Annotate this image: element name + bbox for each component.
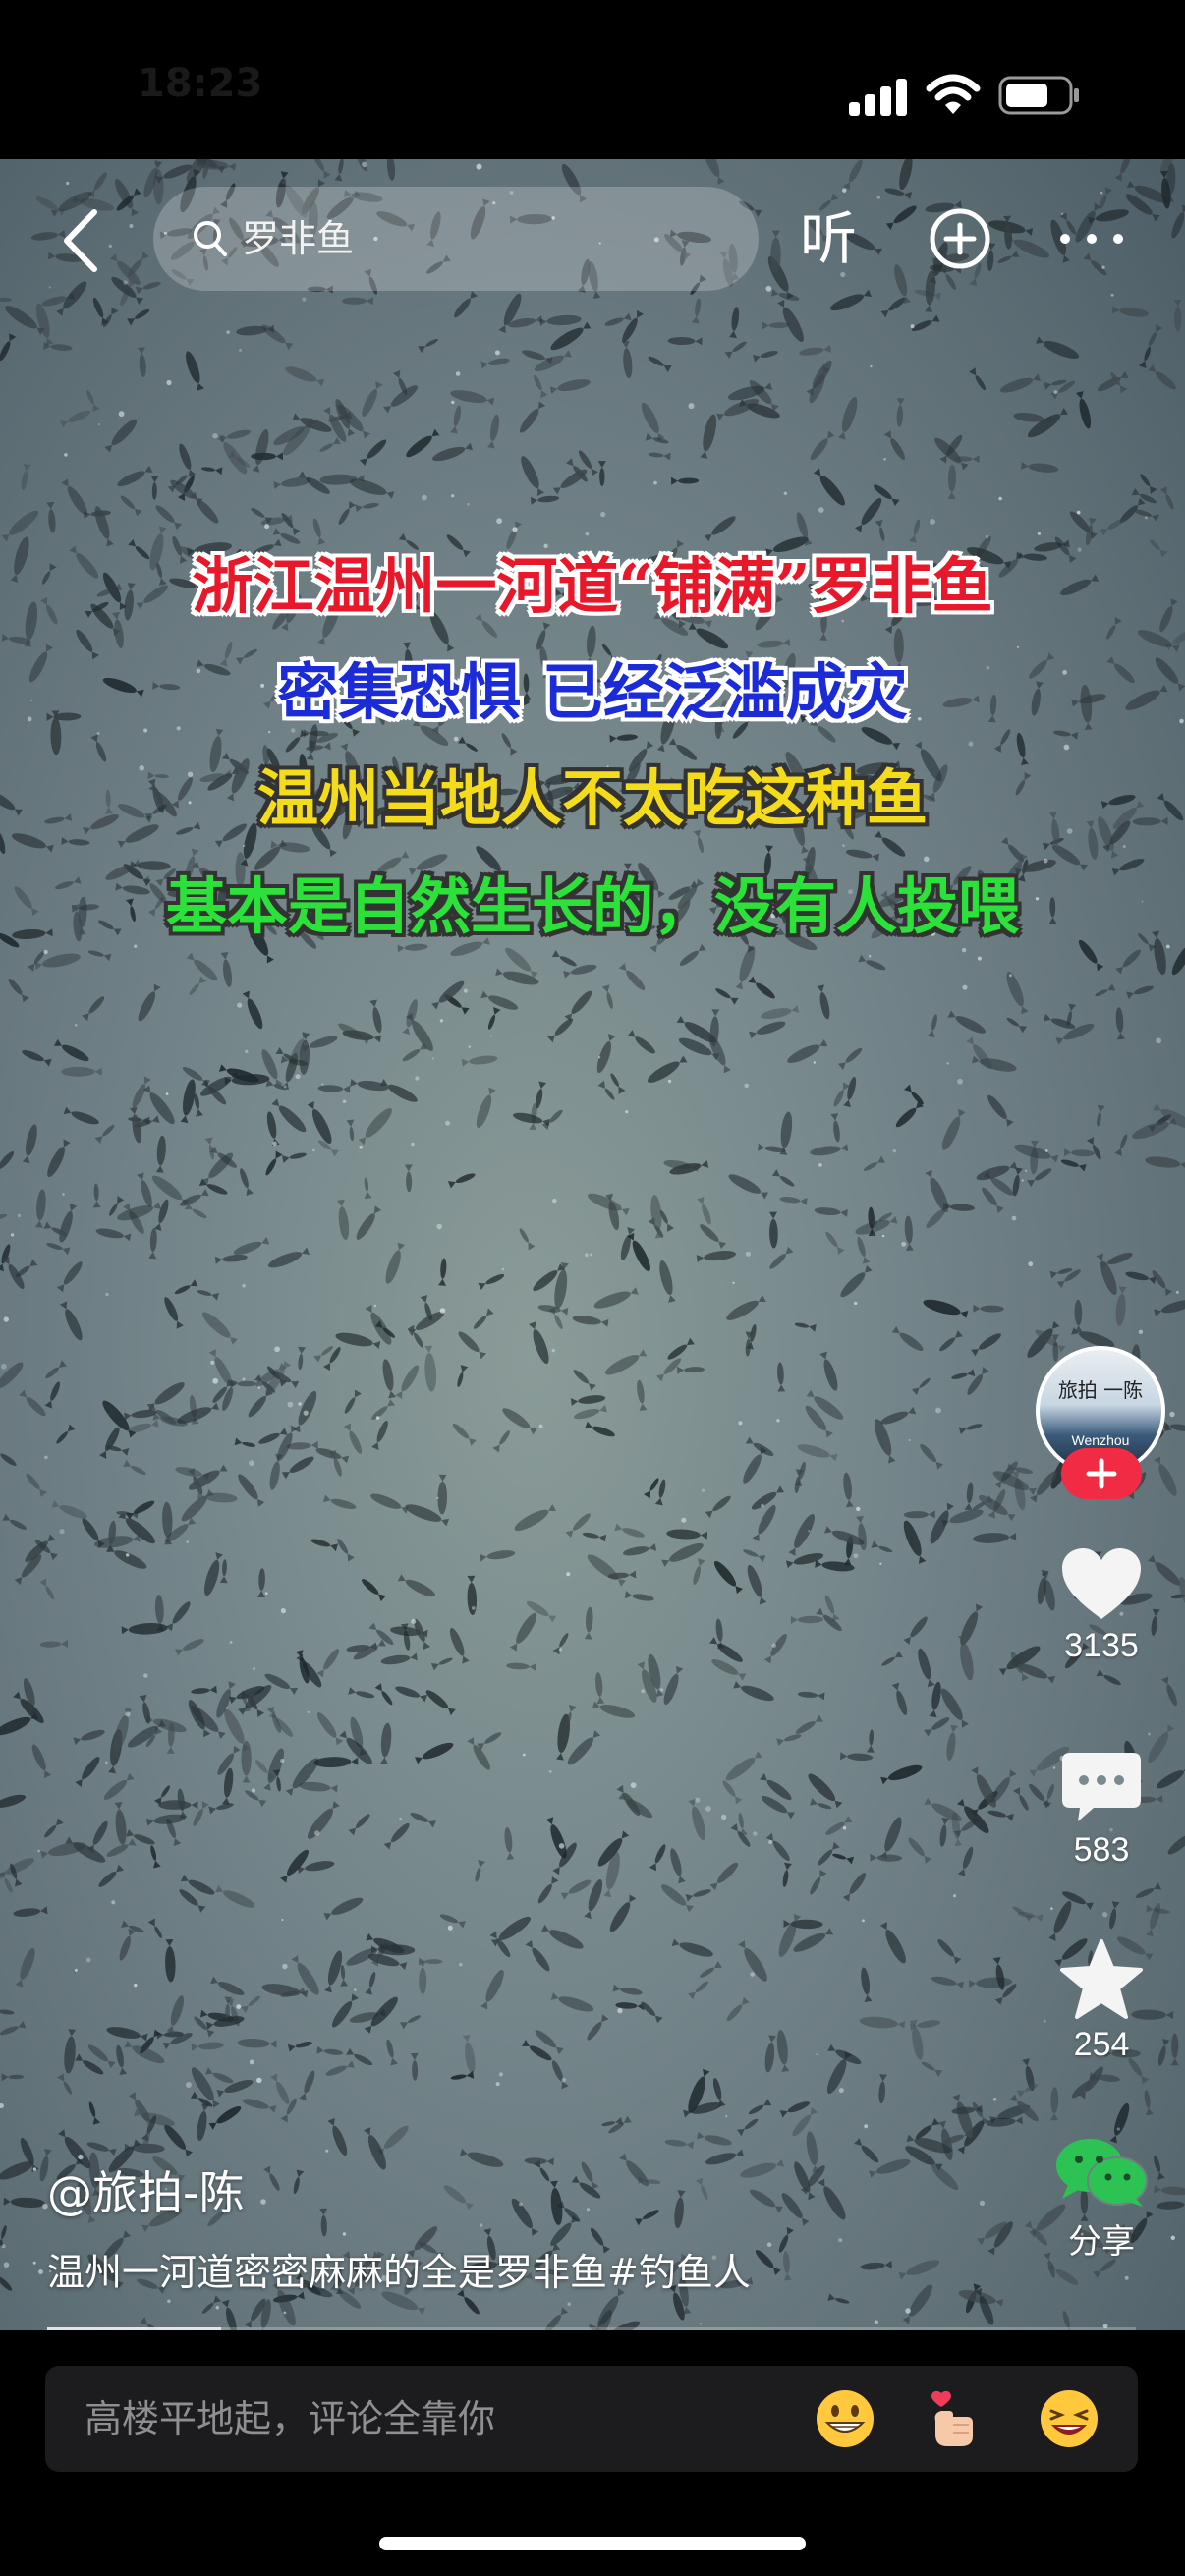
cellular-signal-icon xyxy=(849,79,907,116)
more-options-icon[interactable] xyxy=(1057,228,1126,250)
listen-button[interactable]: 听 xyxy=(800,202,857,275)
status-time: 18:23 xyxy=(138,61,263,106)
heart-icon xyxy=(1062,1548,1141,1619)
avatar-text: 旅拍 一陈 xyxy=(1057,1378,1144,1402)
creator-handle[interactable]: @旅拍-陈 xyxy=(47,2157,245,2222)
video-player[interactable] xyxy=(0,159,1185,2330)
home-indicator[interactable] xyxy=(379,2537,806,2550)
video-caption-line-1: 浙江温州一河道“铺满”罗非鱼 xyxy=(192,550,993,622)
add-circle-icon[interactable] xyxy=(928,206,992,271)
status-bar: 18:23 xyxy=(0,0,1185,159)
video-caption-line-4: 基本是自然生长的，没有人投喂 xyxy=(165,870,1019,942)
comment-count: 583 xyxy=(1073,1831,1130,1869)
search-query: 罗非鱼 xyxy=(242,217,355,260)
fish-school-background xyxy=(0,159,1185,2330)
comment-button[interactable]: 583 xyxy=(1047,1749,1156,1870)
video-description[interactable]: 温州一河道密密麻麻的全是罗非鱼#钓鱼人 xyxy=(47,2242,751,2296)
search-icon xyxy=(194,221,227,256)
like-button[interactable]: 3135 xyxy=(1047,1544,1156,1665)
battery-icon xyxy=(998,76,1079,115)
video-caption-line-2: 密集恐惧 已经泛滥成灾 xyxy=(277,656,908,728)
share-label: 分享 xyxy=(1068,2223,1135,2261)
star-icon xyxy=(1060,1939,1143,2019)
wechat-icon xyxy=(1056,2139,1148,2207)
share-button[interactable]: 分享 xyxy=(1047,2136,1156,2263)
laughing-face-icon[interactable] xyxy=(1038,2387,1100,2450)
wifi-icon xyxy=(926,74,981,114)
comment-bubble-icon xyxy=(1062,1753,1141,1821)
favorite-button[interactable]: 254 xyxy=(1047,1937,1156,2064)
grinning-face-icon[interactable] xyxy=(814,2387,876,2450)
plus-icon xyxy=(1086,1458,1117,1489)
comment-input[interactable]: 高楼平地起，评论全靠你 xyxy=(45,2366,1138,2472)
follow-button[interactable] xyxy=(1061,1448,1142,1499)
heart-finger-icon[interactable] xyxy=(920,2387,983,2450)
back-icon[interactable] xyxy=(55,206,110,275)
video-caption-line-3: 温州当地人不太吃这种鱼 xyxy=(256,762,928,834)
avatar-subtext: Wenzhou xyxy=(1071,1432,1130,1448)
favorite-count: 254 xyxy=(1073,2026,1130,2063)
comment-placeholder: 高楼平地起，评论全靠你 xyxy=(85,2397,496,2440)
search-bar[interactable]: 罗非鱼 xyxy=(153,187,759,291)
like-count: 3135 xyxy=(1064,1627,1139,1664)
